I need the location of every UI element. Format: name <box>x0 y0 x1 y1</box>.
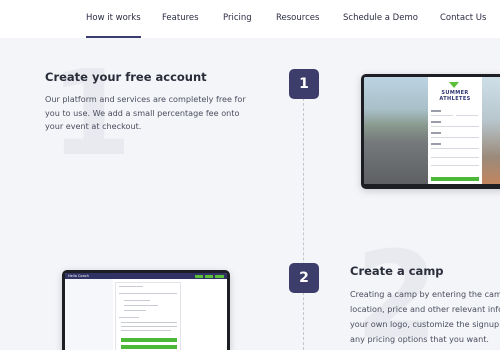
dashboard-sidebar <box>65 279 113 350</box>
dashboard-submit-button[interactable] <box>121 338 177 342</box>
step-1-badge: 1 <box>289 69 319 99</box>
camp-photo-right <box>482 77 500 184</box>
form-field[interactable] <box>431 148 479 149</box>
text-line <box>119 317 139 318</box>
dashboard-title: Hello Coach <box>68 274 89 278</box>
text-line <box>121 322 177 323</box>
step-2-description: Creating a camp by entering the camp loc… <box>350 287 500 347</box>
signup-laptop-mockup: SUMMER ATHLETES <box>361 74 500 189</box>
dashboard-submit-button[interactable] <box>121 345 177 349</box>
nav-how-it-works[interactable]: How it works <box>86 13 141 38</box>
dashboard-form-panel <box>115 282 181 350</box>
text-line <box>124 300 150 301</box>
step-2-description-line: Creating a camp by entering the camp <box>350 289 500 299</box>
step-1-description: Our platform and services are completely… <box>45 94 246 131</box>
form-label <box>431 143 441 145</box>
dashboard-action-button[interactable] <box>205 274 213 278</box>
dashboard-screen: Hello Coach <box>65 273 227 350</box>
form-field[interactable] <box>431 115 453 116</box>
form-field[interactable] <box>431 157 479 158</box>
nav-schedule-demo[interactable]: Schedule a Demo <box>343 13 418 23</box>
top-navigation: How it works Features Pricing Resources … <box>0 0 500 38</box>
step-2-title: Create a camp <box>350 264 444 278</box>
form-field[interactable] <box>431 126 479 127</box>
step-2-badge: 2 <box>289 263 319 293</box>
signup-screen: SUMMER ATHLETES <box>364 77 500 184</box>
text-line <box>121 330 171 331</box>
step-2-description-line: any pricing options that you want. <box>350 334 489 344</box>
nav-resources[interactable]: Resources <box>276 13 319 23</box>
form-label <box>431 110 441 112</box>
form-field[interactable] <box>431 165 479 166</box>
form-field[interactable] <box>431 137 479 138</box>
text-line <box>119 286 143 287</box>
text-line <box>121 326 177 327</box>
form-label <box>431 132 441 134</box>
nav-pricing[interactable]: Pricing <box>223 13 252 23</box>
signup-submit-button[interactable] <box>431 177 479 181</box>
camp-photo-left <box>364 77 428 184</box>
form-label <box>431 121 441 123</box>
step-2-description-line: your own logo, customize the signup f <box>350 319 500 329</box>
signup-form: SUMMER ATHLETES <box>428 77 482 184</box>
form-field[interactable] <box>119 293 177 294</box>
dashboard-action-button[interactable] <box>215 274 224 278</box>
dashboard-action-button[interactable] <box>195 274 203 278</box>
nav-features[interactable]: Features <box>162 13 199 23</box>
form-field[interactable] <box>456 115 478 116</box>
text-line <box>124 305 158 306</box>
text-line <box>124 310 146 311</box>
timeline-line <box>303 98 304 350</box>
step-2-description-line: location, price and other relevant info <box>350 304 500 314</box>
nav-contact-us[interactable]: Contact Us <box>440 13 486 23</box>
step-1-title: Create your free account <box>45 70 207 84</box>
logo-text-athletes: ATHLETES <box>439 96 471 102</box>
summer-athletes-logo-icon <box>449 82 459 88</box>
dashboard-laptop-mockup: Hello Coach <box>62 270 230 350</box>
